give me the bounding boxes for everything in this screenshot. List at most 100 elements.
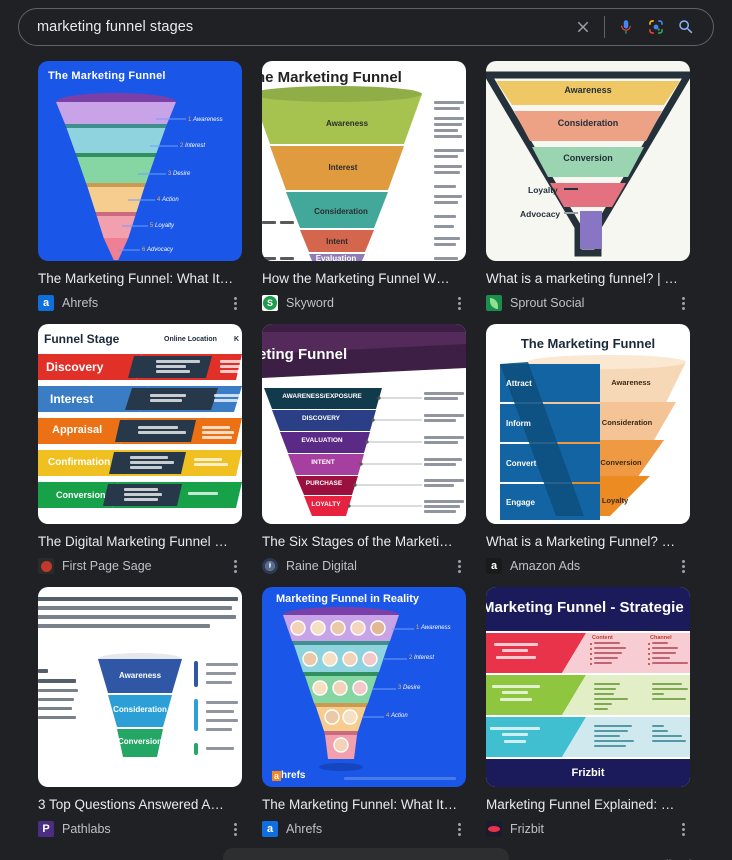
- frizbit-favicon: [486, 821, 502, 837]
- frizbit-logo: Frizbit: [571, 767, 605, 779]
- stage-label-left: Inform: [506, 419, 531, 428]
- stage-label: Interest: [50, 392, 94, 406]
- image-result-card: eting Funnel AWARENESS/EXPOSURE DISCOVER…: [262, 324, 466, 575]
- stage-label: AWARENESS/EXPOSURE: [282, 393, 362, 400]
- more-options-icon[interactable]: [228, 822, 242, 836]
- toolbar-divider: [604, 16, 605, 38]
- more-options-icon[interactable]: [676, 559, 690, 573]
- result-title[interactable]: The Marketing Funnel: What It…: [38, 270, 242, 288]
- google-lens-icon[interactable]: [641, 12, 671, 42]
- search-bar[interactable]: [18, 8, 714, 46]
- stage-label: DISCOVERY: [301, 415, 341, 422]
- image-result-card: he Marketing Funnel Awareness Interest C…: [262, 61, 466, 312]
- thumb-title: Marketing Funnel - Strategie: [486, 599, 684, 616]
- more-options-icon[interactable]: [452, 822, 466, 836]
- column-header: Content: [592, 635, 613, 641]
- stage-label: INTENT: [311, 459, 335, 466]
- search-icon[interactable]: [671, 12, 701, 42]
- result-source[interactable]: Skyword: [286, 296, 452, 310]
- thumbnail-raine-digital-funnel[interactable]: eting Funnel AWARENESS/EXPOSURE DISCOVER…: [262, 324, 466, 524]
- result-source-row: S Skyword: [262, 294, 466, 312]
- image-result-card: The Marketing Funnel 1 Awareness 2 Inter…: [38, 61, 242, 312]
- result-source[interactable]: Ahrefs: [286, 822, 452, 836]
- stage-label: Consideration: [314, 207, 368, 216]
- ahrefs-favicon: a: [262, 821, 278, 837]
- first-page-sage-favicon: [38, 558, 54, 574]
- stage-label: 2 Interest: [409, 655, 435, 661]
- result-title[interactable]: The Digital Marketing Funnel …: [38, 533, 242, 551]
- result-title[interactable]: 3 Top Questions Answered A…: [38, 796, 242, 814]
- stage-label: EVALUATION: [301, 437, 343, 444]
- stage-label: 1 Awareness: [416, 625, 451, 631]
- stage-label-left: Engage: [506, 498, 535, 507]
- result-source[interactable]: Frizbit: [510, 822, 676, 836]
- thumbnail-frizbit-table[interactable]: Marketing Funnel - Strategie Content Cha…: [486, 587, 690, 787]
- image-result-card: Marketing Funnel in Reality 1 Awareness …: [262, 587, 466, 838]
- search-input[interactable]: [37, 19, 568, 35]
- image-result-card: The Marketing Funnel Attract Inform Conv…: [486, 324, 690, 575]
- raine-digital-favicon: [262, 558, 278, 574]
- result-source-row: a Amazon Ads: [486, 557, 690, 575]
- stage-label: Discovery: [46, 360, 104, 374]
- results-row: The Marketing Funnel 1 Awareness 2 Inter…: [38, 61, 694, 312]
- more-options-icon[interactable]: [676, 822, 690, 836]
- stage-label-right: Loyalty: [601, 496, 629, 505]
- result-source[interactable]: Raine Digital: [286, 559, 452, 573]
- result-source-row: a Ahrefs: [38, 294, 242, 312]
- stage-label: 3 Desire: [398, 685, 421, 691]
- thumbnail-ahrefs-funnel[interactable]: The Marketing Funnel 1 Awareness 2 Inter…: [38, 61, 242, 261]
- thumbnail-sprout-funnel[interactable]: Awareness Consideration Conversion Loyal…: [486, 61, 690, 261]
- result-title[interactable]: Marketing Funnel Explained: …: [486, 796, 690, 814]
- stage-label: Awareness: [325, 119, 369, 128]
- clear-icon[interactable]: [568, 12, 598, 42]
- image-result-card: Funnel Stage Online Location K Discovery…: [38, 324, 242, 575]
- more-options-icon[interactable]: [452, 296, 466, 310]
- result-source-row: First Page Sage: [38, 557, 242, 575]
- pathlabs-favicon: P: [38, 821, 54, 837]
- thumbnail-skyword-funnel[interactable]: he Marketing Funnel Awareness Interest C…: [262, 61, 466, 261]
- results-row: Awareness Consideration Conversion 3 Top…: [38, 587, 694, 838]
- result-source[interactable]: Sprout Social: [510, 296, 676, 310]
- thumbnail-ahrefs-reality-funnel[interactable]: Marketing Funnel in Reality 1 Awareness …: [262, 587, 466, 787]
- result-title[interactable]: The Six Stages of the Marketi…: [262, 533, 466, 551]
- column-header: Channel: [650, 635, 672, 641]
- ahrefs-logo: a hrefs: [272, 770, 306, 781]
- result-source[interactable]: Ahrefs: [62, 296, 228, 310]
- result-title[interactable]: The Marketing Funnel: What It…: [262, 796, 466, 814]
- thumbnail-pathlabs-funnel[interactable]: Awareness Consideration Conversion: [38, 587, 242, 787]
- more-options-icon[interactable]: [228, 559, 242, 573]
- stage-label: Evaluation: [315, 254, 357, 261]
- thumbnail-first-page-sage-table[interactable]: Funnel Stage Online Location K Discovery…: [38, 324, 242, 524]
- more-options-icon[interactable]: [676, 296, 690, 310]
- result-source-row: Frizbit: [486, 820, 690, 838]
- skyword-favicon: S: [262, 295, 278, 311]
- stage-label: Consideration: [113, 705, 167, 714]
- stage-label: Intent: [326, 237, 348, 246]
- stage-label: Interest: [328, 163, 358, 172]
- stage-label: Appraisal: [52, 424, 103, 436]
- result-title[interactable]: What is a marketing funnel? | …: [486, 270, 690, 288]
- result-title[interactable]: How the Marketing Funnel W…: [262, 270, 466, 288]
- stage-label: Confirmation: [48, 457, 111, 468]
- more-options-icon[interactable]: [228, 296, 242, 310]
- result-source-row: P Pathlabs: [38, 820, 242, 838]
- result-source[interactable]: Pathlabs: [62, 822, 228, 836]
- stage-label: PURCHASE: [305, 480, 343, 487]
- stage-label-right: Conversion: [600, 458, 642, 467]
- stage-label: Conversion: [56, 490, 106, 500]
- thumbnail-amazon-ads-funnel[interactable]: The Marketing Funnel Attract Inform Conv…: [486, 324, 690, 524]
- image-result-card: Awareness Consideration Conversion 3 Top…: [38, 587, 242, 838]
- sprout-social-favicon: [486, 295, 502, 311]
- image-results-grid: The Marketing Funnel 1 Awareness 2 Inter…: [0, 49, 732, 838]
- microphone-icon[interactable]: [611, 12, 641, 42]
- image-result-card: Awareness Consideration Conversion Loyal…: [486, 61, 690, 312]
- stage-label: Awareness: [118, 671, 162, 680]
- results-row: Funnel Stage Online Location K Discovery…: [38, 324, 694, 575]
- more-options-icon[interactable]: [452, 559, 466, 573]
- stage-label: LOYALTY: [311, 501, 341, 508]
- image-result-card: Marketing Funnel - Strategie Content Cha…: [486, 587, 690, 838]
- result-source[interactable]: First Page Sage: [62, 559, 228, 573]
- result-title[interactable]: What is a Marketing Funnel? …: [486, 533, 690, 551]
- result-source[interactable]: Amazon Ads: [510, 559, 676, 573]
- bottom-panel-peek[interactable]: [223, 848, 509, 860]
